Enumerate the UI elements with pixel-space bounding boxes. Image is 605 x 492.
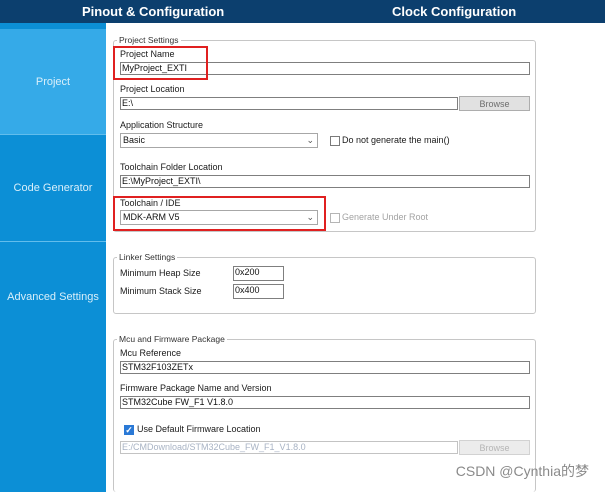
application-structure-select[interactable]: Basic ⌄	[120, 133, 318, 148]
top-tab-bar: Pinout & Configuration Clock Configurati…	[0, 0, 605, 23]
toolchain-folder-label: Toolchain Folder Location	[120, 162, 223, 172]
mcu-reference-label: Mcu Reference	[120, 348, 182, 358]
firmware-location-browse-button: Browse	[459, 440, 530, 455]
minimum-stack-size-field[interactable]: 0x400	[233, 284, 284, 299]
mcu-reference-field: STM32F103ZETx	[120, 361, 530, 374]
application-structure-value: Basic	[123, 135, 146, 145]
toolchain-ide-highlight	[113, 196, 326, 231]
mcu-firmware-legend: Mcu and Firmware Package	[117, 334, 227, 344]
chevron-down-icon: ⌄	[306, 135, 314, 145]
watermark: CSDN @Cynthia的梦	[455, 463, 589, 479]
generate-under-root-label: Generate Under Root	[342, 212, 429, 222]
minimum-heap-size-label: Minimum Heap Size	[120, 268, 201, 278]
project-location-browse-button[interactable]: Browse	[459, 96, 530, 111]
sidebar-item-project[interactable]: Project	[0, 29, 106, 134]
application-structure-label: Application Structure	[120, 120, 204, 130]
generate-under-root-checkbox[interactable]	[330, 213, 340, 223]
do-not-generate-main-checkbox[interactable]	[330, 136, 340, 146]
firmware-location-field: E:/CMDownload/STM32Cube_FW_F1_V1.8.0	[120, 441, 458, 454]
project-location-field[interactable]: E:\	[120, 97, 458, 110]
minimum-heap-size-field[interactable]: 0x200	[233, 266, 284, 281]
linker-settings-legend: Linker Settings	[117, 252, 178, 262]
tab-clock-configuration[interactable]: Clock Configuration	[392, 4, 516, 19]
sidebar-item-advanced-settings[interactable]: Advanced Settings	[0, 242, 106, 352]
linker-settings-group: Linker Settings Minimum Heap Size 0x200 …	[113, 252, 536, 314]
project-location-label: Project Location	[120, 84, 185, 94]
firmware-package-label: Firmware Package Name and Version	[120, 383, 272, 393]
project-name-highlight	[113, 46, 208, 80]
tab-pinout-configuration[interactable]: Pinout & Configuration	[82, 4, 224, 19]
sidebar-item-code-generator[interactable]: Code Generator	[0, 135, 106, 241]
sidebar: Project Code Generator Advanced Settings	[0, 23, 106, 492]
do-not-generate-main-label: Do not generate the main()	[342, 135, 450, 145]
firmware-package-field: STM32Cube FW_F1 V1.8.0	[120, 396, 530, 409]
project-manager-panel: Project Settings Project Name MyProject_…	[106, 23, 605, 492]
toolchain-folder-field[interactable]: E:\MyProject_EXTI\	[120, 175, 530, 188]
use-default-firmware-label: Use Default Firmware Location	[137, 424, 261, 434]
use-default-firmware-checkbox[interactable]: ✓	[124, 425, 134, 435]
project-settings-legend: Project Settings	[117, 35, 181, 45]
minimum-stack-size-label: Minimum Stack Size	[120, 286, 202, 296]
